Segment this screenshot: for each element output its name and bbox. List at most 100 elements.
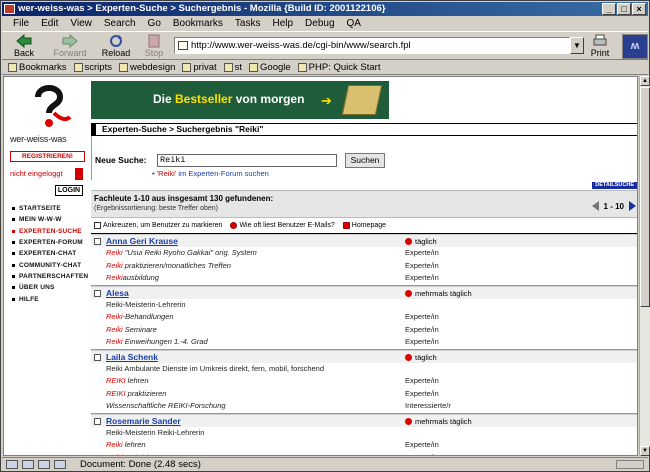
scroll-thumb[interactable] (640, 87, 650, 307)
expertise-topic: Reiki Seminare (106, 325, 157, 334)
topic-text: praktizieren (123, 453, 164, 456)
url-input[interactable]: http://www.wer-weiss-was.de/cgi-bin/www/… (174, 37, 570, 54)
vertical-scrollbar[interactable]: ▲ ▼ (639, 76, 650, 456)
print-button[interactable]: Print (585, 33, 615, 59)
reload-button[interactable]: Reload (98, 33, 134, 59)
search-input[interactable]: Reiki (157, 154, 337, 167)
result-count: Fachleute 1-10 aus insgesamt 130 gefunde… (94, 194, 274, 203)
nav-experten-suche[interactable]: EXPERTEN-SUCHE (12, 226, 88, 237)
banner-text: Die Bestseller von morgen (153, 92, 304, 106)
expertise-level: Experte/in (405, 440, 439, 449)
expertise-level: Experte/in (405, 376, 439, 385)
select-checkbox[interactable] (94, 417, 101, 425)
nav-ueber-uns[interactable]: ÜBER UNS (12, 282, 88, 293)
mail-icon[interactable] (38, 460, 50, 469)
expert-name-link[interactable]: Alesa (106, 288, 129, 298)
menu-tasks[interactable]: Tasks (230, 18, 266, 29)
nav-experten-forum[interactable]: EXPERTEN-FORUM (12, 237, 88, 248)
bookmark-privat[interactable]: privat (182, 62, 217, 73)
result-entry-header: Laila Schenk täglich (91, 349, 637, 363)
homepage-icon (342, 222, 350, 229)
mozilla-app-icon (4, 4, 15, 14)
expertise-row: Reiki-Meisterin-Lehrerin (91, 299, 637, 312)
detail-search-button[interactable]: DETAILSUCHE (592, 182, 637, 189)
forward-button[interactable]: Forward (50, 33, 90, 59)
nav-experten-chat[interactable]: EXPERTEN-CHAT (12, 248, 88, 259)
bookmark-bookmarks[interactable]: Bookmarks (8, 62, 67, 73)
menu-debug[interactable]: Debug (300, 18, 339, 29)
back-button[interactable]: Back (6, 33, 42, 59)
highlighted-term: REIKI (106, 376, 126, 385)
expert-name-link[interactable]: Anna Geri Krause (106, 236, 178, 246)
expertise-level: Experte/in (405, 260, 439, 270)
menu-edit[interactable]: Edit (36, 18, 63, 29)
stop-button[interactable]: Stop (136, 33, 172, 59)
component-bar-icon[interactable] (22, 460, 34, 469)
prev-page-icon[interactable] (591, 201, 599, 211)
menu-file[interactable]: File (8, 18, 34, 29)
menu-bookmarks[interactable]: Bookmarks (168, 18, 228, 29)
topic-text: Reiki-Meisterin Reiki-Lehrerin (106, 427, 205, 437)
expert-name-link[interactable]: Laila Schenk (106, 352, 158, 362)
select-checkbox[interactable] (94, 238, 101, 245)
nav-community-chat[interactable]: COMMUNITY-CHAT (12, 259, 88, 270)
nav-startseite[interactable]: STARTSEITE (12, 203, 88, 214)
minimize-button[interactable]: _ (602, 3, 616, 15)
expertise-topic: Reiki "Usui Reiki Ryoho Gakkai" orig. Sy… (106, 248, 257, 257)
mozilla-throbber-icon[interactable]: ʍ (622, 34, 648, 59)
topic-text: Wissenschaftliche REIKI-Forschung (106, 401, 226, 410)
site-sidebar-nav: STARTSEITE MEIN W-W-W EXPERTEN-SUCHE EXP… (12, 203, 88, 305)
menu-go[interactable]: Go (143, 18, 166, 29)
menu-qa[interactable]: QA (342, 18, 366, 29)
scroll-down-icon[interactable]: ▼ (640, 446, 650, 456)
select-checkbox[interactable] (94, 289, 101, 297)
maximize-button[interactable]: □ (617, 3, 631, 15)
bullet-icon (12, 286, 15, 290)
highlighted-term: REIKI (106, 388, 126, 398)
forum-search-link[interactable]: ▪ 'Reiki' im Experten-Forum suchen (152, 169, 269, 178)
wer-weiss-was-logo-icon[interactable] (24, 83, 74, 131)
close-button[interactable]: × (632, 3, 646, 15)
menu-search[interactable]: Search (99, 18, 141, 29)
expert-name-link[interactable]: Rosemarie Sander (106, 416, 181, 426)
highlighted-term: Reiki (106, 248, 123, 257)
bookmark-php-quick-start[interactable]: PHP: Quick Start (297, 62, 380, 73)
login-button[interactable]: LOGIN (55, 185, 83, 196)
reload-icon (110, 35, 122, 47)
bookmark-label: Google (260, 62, 291, 73)
bookmark-webdesign[interactable]: webdesign (118, 62, 175, 73)
bookmark-scripts[interactable]: scripts (73, 62, 112, 73)
expertise-row: REIKI lehren Experte/in (91, 375, 637, 388)
next-page-icon[interactable] (629, 201, 636, 211)
nav-mein-www[interactable]: MEIN W-W-W (12, 214, 88, 225)
result-entry: Anna Geri Krause täglich Reiki "Usui Reiki… (91, 234, 637, 286)
search-button[interactable]: Suchen (345, 153, 385, 168)
nav-hilfe[interactable]: HILFE (12, 293, 88, 304)
title-bar[interactable]: wer-weiss-was > Experten-Suche > Sucherg… (2, 2, 648, 16)
expertise-row: Reiki-Behandlungen Experte/in (91, 311, 637, 324)
url-history-dropdown[interactable]: ▼ (570, 37, 584, 54)
expertise-level: Experte/in (405, 273, 439, 282)
menu-help[interactable]: Help (267, 18, 298, 29)
expertise-topic: REIKI praktizieren (106, 389, 166, 398)
composer-icon[interactable] (54, 460, 66, 469)
bullet-icon (12, 274, 15, 278)
topic-text: Seminare (122, 324, 157, 334)
expertise-topic: Reiki-Meisterin Reiki-Lehrerin (106, 428, 204, 437)
topic-text: Reiki Ambulante Dienste im Umkreis direk… (106, 363, 324, 373)
security-icon[interactable] (6, 460, 18, 469)
nav-partnerschaften[interactable]: PARTNERSCHAFTEN (12, 271, 88, 282)
register-button[interactable]: REGISTRIEREN! (10, 151, 85, 162)
menu-view[interactable]: View (65, 18, 97, 29)
scroll-up-icon[interactable]: ▲ (640, 76, 650, 86)
search-results-panel: Experten-Suche > Suchergebnis "Reiki" Ne… (91, 123, 637, 456)
bookmark-google[interactable]: Google (249, 62, 291, 73)
email-frequency-icon (230, 222, 238, 229)
select-checkbox[interactable] (94, 353, 101, 361)
progress-area (616, 460, 644, 469)
result-entry: Alesa mehrmals täglich Reiki-Meisterin-Leh… (91, 285, 637, 350)
bookmark-st[interactable]: st (223, 62, 242, 73)
bookmark-folder-icon (73, 63, 83, 72)
bestseller-ad-banner[interactable]: Die Bestseller von morgen ➔ (91, 81, 389, 119)
expertise-topic: Reiki-Meisterin-Lehrerin (106, 300, 186, 309)
